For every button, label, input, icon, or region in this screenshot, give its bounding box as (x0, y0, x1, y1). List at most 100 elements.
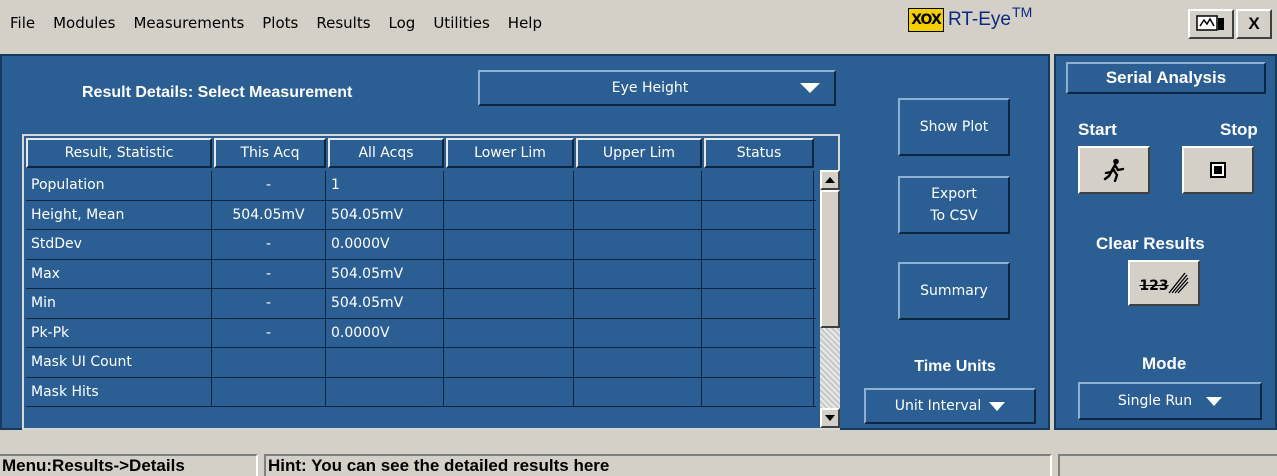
table-header: Result, Statistic This Acq All Acqs Lowe… (26, 138, 816, 168)
table-cell (574, 289, 702, 318)
table-cell (702, 289, 814, 318)
eraser-icon (1168, 272, 1189, 294)
scroll-up-button[interactable] (820, 170, 840, 190)
table-cell (326, 348, 444, 377)
start-label: Start (1078, 120, 1117, 139)
table-cell (702, 377, 814, 406)
column-header-this-acq[interactable]: This Acq (214, 138, 326, 168)
scroll-down-button[interactable] (820, 408, 840, 428)
arrow-down-icon (825, 415, 835, 421)
table-cell: 0.0000V (326, 230, 444, 259)
clear-results-label: Clear Results (1096, 234, 1205, 253)
chevron-down-icon (1206, 396, 1223, 406)
export-csv-button[interactable]: Export To CSV (898, 176, 1010, 234)
show-plot-button[interactable]: Show Plot (898, 98, 1010, 156)
table-row[interactable]: Min - 504.05mV (26, 289, 816, 319)
table-cell: Pk-Pk (26, 318, 212, 347)
column-header-status[interactable]: Status (704, 138, 814, 168)
chevron-down-icon (989, 401, 1006, 411)
table-cell (212, 377, 326, 406)
time-units-select[interactable]: Unit Interval (864, 388, 1036, 424)
table-cell (702, 171, 814, 200)
table-cell: Max (26, 259, 212, 288)
column-header-lower-lim[interactable]: Lower Lim (446, 138, 574, 168)
table-cell (574, 200, 702, 229)
table-row[interactable]: Mask UI Count (26, 348, 816, 378)
clear-results-counter-text: 123 (1139, 278, 1169, 294)
result-details-title: Result Details: Select Measurement (82, 84, 353, 101)
minimize-window-icon (1196, 15, 1224, 31)
table-cell (702, 259, 814, 288)
time-units-label: Time Units (914, 358, 996, 375)
status-menu-path: Menu:Results->Details (0, 454, 258, 476)
table-cell (444, 377, 574, 406)
menu-log[interactable]: Log (380, 14, 425, 32)
table-cell (444, 289, 574, 318)
logo-trademark: TM (1012, 4, 1033, 20)
menu-plots[interactable]: Plots (253, 14, 307, 32)
menu-utilities[interactable]: Utilities (424, 14, 498, 32)
stop-icon (1210, 162, 1226, 178)
table-cell (702, 318, 814, 347)
table-cell (574, 348, 702, 377)
table-cell: Mask Hits (26, 377, 212, 406)
stop-label: Stop (1220, 120, 1258, 139)
panel-title: Serial Analysis (1066, 62, 1266, 94)
start-button[interactable] (1078, 146, 1150, 194)
table-cell (702, 200, 814, 229)
arrow-up-icon (825, 177, 835, 183)
measurement-select-value: Eye Height (611, 80, 689, 96)
table-cell (574, 230, 702, 259)
table-cell (444, 171, 574, 200)
table-cell: 504.05mV (212, 200, 326, 229)
table-row[interactable]: Max - 504.05mV (26, 259, 816, 289)
table-cell: - (212, 230, 326, 259)
summary-button[interactable]: Summary (898, 262, 1010, 320)
table-cell (702, 348, 814, 377)
table-cell (444, 230, 574, 259)
table-scrollbar[interactable] (820, 170, 840, 428)
serial-analysis-panel: Serial Analysis Start Stop Clear Results… (1054, 54, 1277, 430)
menu-file[interactable]: File (10, 14, 44, 32)
table-row[interactable]: Pk-Pk - 0.0000V (26, 318, 816, 348)
running-man-icon (1103, 158, 1125, 182)
table-row[interactable]: Population - 1 (26, 171, 816, 201)
table-body: Population - 1 Height, Mean 504.05mV 504… (26, 171, 816, 407)
column-header-result-statistic[interactable]: Result, Statistic (26, 138, 212, 168)
table-cell: Height, Mean (26, 200, 212, 229)
table-cell (444, 259, 574, 288)
table-cell: Population (26, 171, 212, 200)
table-cell (444, 318, 574, 347)
measurement-select[interactable]: Eye Height (478, 70, 836, 106)
table-cell (444, 348, 574, 377)
table-cell (326, 377, 444, 406)
table-cell (574, 377, 702, 406)
mode-select[interactable]: Single Run (1078, 382, 1262, 420)
status-bar: Menu:Results->Details Hint: You can see … (0, 432, 1277, 476)
minimize-button[interactable] (1188, 9, 1234, 39)
clear-results-button[interactable]: 123 (1128, 260, 1200, 306)
table-cell: Min (26, 289, 212, 318)
result-details-panel: Result Details: Select Measurement Eye H… (0, 54, 1050, 430)
stop-button[interactable] (1182, 146, 1254, 194)
table-cell (702, 230, 814, 259)
scroll-thumb[interactable] (820, 190, 840, 328)
menu-measurements[interactable]: Measurements (124, 14, 253, 32)
status-empty-cell (1058, 454, 1277, 476)
column-header-all-acqs[interactable]: All Acqs (328, 138, 444, 168)
menu-modules[interactable]: Modules (44, 14, 124, 32)
table-cell (212, 348, 326, 377)
menu-results[interactable]: Results (307, 14, 379, 32)
close-button[interactable]: X (1236, 9, 1272, 39)
table-cell: 1 (326, 171, 444, 200)
table-cell (574, 318, 702, 347)
close-icon: X (1248, 14, 1260, 33)
table-cell: 0.0000V (326, 318, 444, 347)
column-header-upper-lim[interactable]: Upper Lim (576, 138, 702, 168)
table-row[interactable]: Mask Hits (26, 377, 816, 407)
table-row[interactable]: StdDev - 0.0000V (26, 230, 816, 260)
table-row[interactable]: Height, Mean 504.05mV 504.05mV (26, 200, 816, 230)
time-units-value: Unit Interval (894, 398, 982, 414)
menu-help[interactable]: Help (499, 14, 551, 32)
app-logo: XOX RT-Eye TM (908, 4, 1032, 32)
